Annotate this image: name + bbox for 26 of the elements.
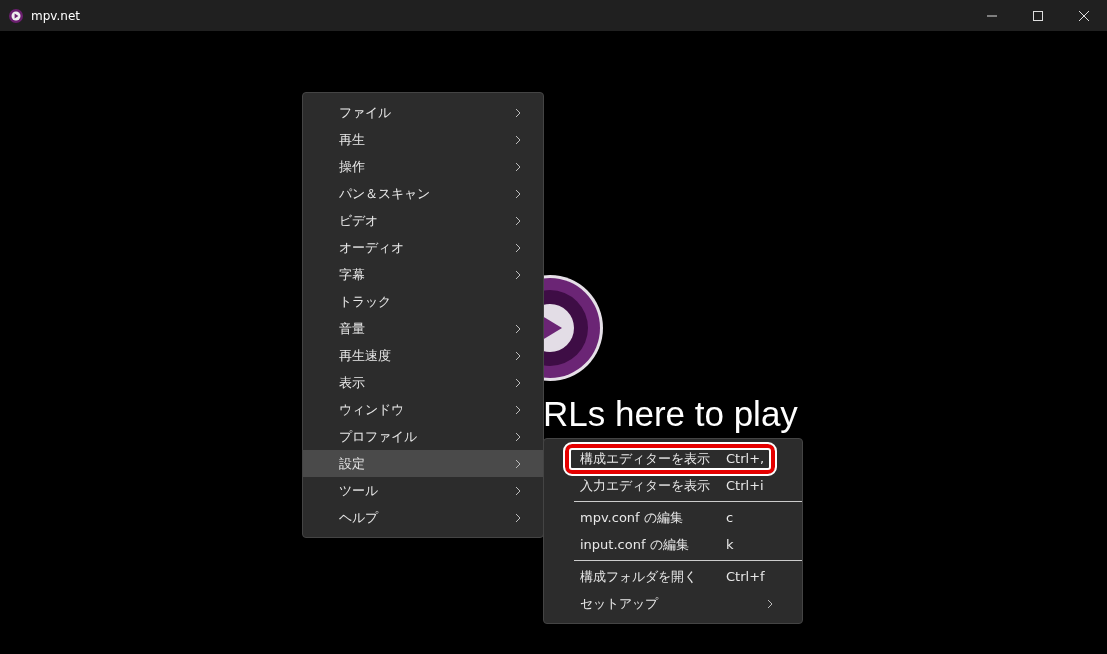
menu-item[interactable]: 字幕 xyxy=(303,261,543,288)
menu-item[interactable]: 操作 xyxy=(303,153,543,180)
menu-item[interactable]: ファイル xyxy=(303,99,543,126)
drop-hint-text: RLs here to play xyxy=(543,394,798,434)
menu-item[interactable]: mpv.conf の編集 c xyxy=(563,504,777,531)
menu-item[interactable]: ヘルプ xyxy=(303,504,543,531)
menu-item[interactable]: ツール xyxy=(303,477,543,504)
maximize-icon xyxy=(1032,9,1044,22)
menu-item[interactable]: input.conf の編集 k xyxy=(563,531,777,558)
menu-item[interactable]: 構成エディターを表示 Ctrl+, xyxy=(563,441,777,476)
menu-item[interactable]: 構成フォルダを開く Ctrl+f xyxy=(563,563,777,590)
menu-item[interactable]: 再生速度 xyxy=(303,342,543,369)
close-icon xyxy=(1078,9,1090,22)
menu-item[interactable]: 音量 xyxy=(303,315,543,342)
menu-item[interactable]: ビデオ xyxy=(303,207,543,234)
menu-item[interactable]: パン＆スキャン xyxy=(303,180,543,207)
menu-item[interactable]: 表示 xyxy=(303,369,543,396)
play-logo-icon xyxy=(9,8,23,23)
menu-item[interactable]: 再生 xyxy=(303,126,543,153)
window-title: mpv.net xyxy=(31,8,80,23)
menu-item[interactable]: オーディオ xyxy=(303,234,543,261)
menu-item[interactable]: トラック xyxy=(303,288,543,315)
menu-item[interactable]: 設定 xyxy=(303,450,543,477)
menu-item[interactable]: ウィンドウ xyxy=(303,396,543,423)
menu-item[interactable]: プロファイル xyxy=(303,423,543,450)
menu-item[interactable]: セットアップ xyxy=(563,590,777,617)
